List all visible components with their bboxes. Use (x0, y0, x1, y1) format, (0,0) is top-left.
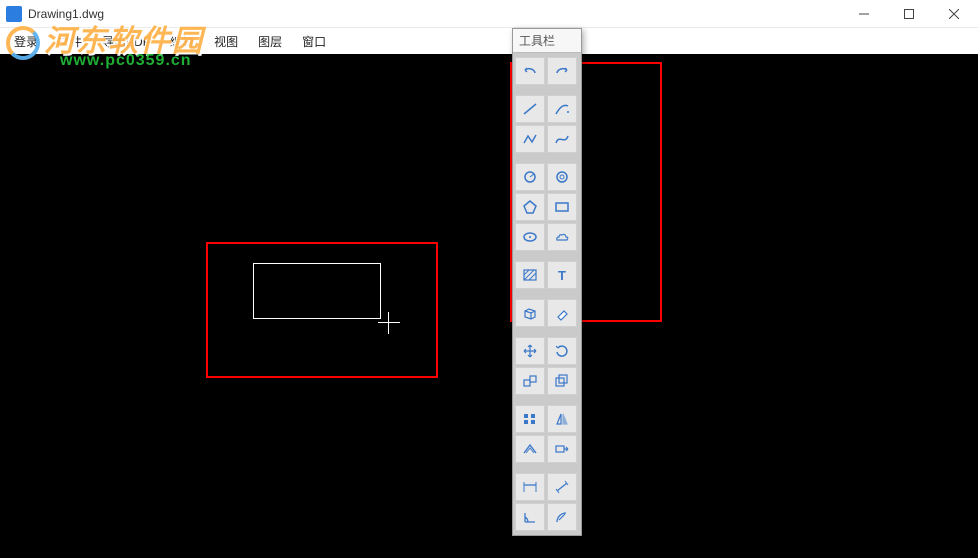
menu-edit[interactable]: 编辑 (162, 31, 202, 52)
polyline-icon (521, 131, 539, 147)
dim-aligned-icon (553, 479, 571, 495)
polygon-icon (521, 199, 539, 215)
close-button[interactable] (931, 0, 976, 28)
window-controls (841, 0, 976, 28)
box3d-icon (521, 305, 539, 321)
toolbar-window[interactable]: 工具栏 (512, 28, 582, 536)
menu-view[interactable]: 视图 (206, 31, 246, 52)
redo-icon (553, 63, 571, 79)
title-bar: Drawing1.dwg (0, 0, 978, 28)
scale-icon (521, 373, 539, 389)
crosshair-cursor (378, 312, 400, 334)
close-icon (949, 9, 959, 19)
menu-exportpdf[interactable]: 导出PDF (94, 31, 158, 52)
toolbar-grid: T (513, 53, 581, 535)
ellipse-button[interactable] (515, 223, 545, 251)
minimize-icon (859, 9, 869, 19)
offset-button[interactable] (515, 435, 545, 463)
line-icon (521, 101, 539, 117)
rotate-icon (553, 343, 571, 359)
undo-button[interactable] (515, 57, 545, 85)
drawing-canvas[interactable] (0, 54, 978, 558)
line-button[interactable] (515, 95, 545, 123)
polyline-button[interactable] (515, 125, 545, 153)
scale-button[interactable] (515, 367, 545, 395)
move-icon (521, 343, 539, 359)
rectangle-icon (553, 199, 571, 215)
menu-window[interactable]: 窗口 (294, 31, 334, 52)
circle-icon (521, 169, 539, 185)
circle-button[interactable] (515, 163, 545, 191)
maximize-icon (904, 9, 914, 19)
stretch-button[interactable] (547, 435, 577, 463)
dim-linear-button[interactable] (515, 473, 545, 501)
dim-angular-button[interactable] (515, 503, 545, 531)
array-icon (521, 411, 539, 427)
cloud-button[interactable] (547, 223, 577, 251)
app-icon (6, 6, 22, 22)
spline-button[interactable] (547, 125, 577, 153)
menu-bar: 登录 文件 导出PDF 编辑 视图 图层 窗口 (0, 28, 978, 54)
spline-icon (553, 131, 571, 147)
donut-icon (553, 169, 571, 185)
donut-button[interactable] (547, 163, 577, 191)
mirror-button[interactable] (547, 405, 577, 433)
undo-icon (521, 63, 539, 79)
maximize-button[interactable] (886, 0, 931, 28)
toolbar-title[interactable]: 工具栏 (513, 29, 581, 53)
menu-login[interactable]: 登录 (6, 31, 46, 52)
copy-button[interactable] (547, 367, 577, 395)
rotate-button[interactable] (547, 337, 577, 365)
rectangle-button[interactable] (547, 193, 577, 221)
dim-linear-icon (521, 479, 539, 495)
minimize-button[interactable] (841, 0, 886, 28)
menu-layer[interactable]: 图层 (250, 31, 290, 52)
arc-button[interactable] (547, 95, 577, 123)
polygon-button[interactable] (515, 193, 545, 221)
drawn-rectangle (253, 263, 381, 319)
svg-text:T: T (558, 268, 566, 283)
array-button[interactable] (515, 405, 545, 433)
text-button[interactable]: T (547, 261, 577, 289)
dim-aligned-button[interactable] (547, 473, 577, 501)
hatch-button[interactable] (515, 261, 545, 289)
dim-radius-icon (553, 509, 571, 525)
window-title: Drawing1.dwg (28, 7, 841, 21)
text-icon: T (553, 267, 571, 283)
move-button[interactable] (515, 337, 545, 365)
menu-file[interactable]: 文件 (50, 31, 90, 52)
mirror-icon (553, 411, 571, 427)
ellipse-icon (521, 229, 539, 245)
dim-angular-icon (521, 509, 539, 525)
redo-button[interactable] (547, 57, 577, 85)
copy-icon (553, 373, 571, 389)
cloud-icon (553, 229, 571, 245)
hatch-icon (521, 267, 539, 283)
eraser-button[interactable] (547, 299, 577, 327)
dim-radius-button[interactable] (547, 503, 577, 531)
arc-icon (553, 101, 571, 117)
offset-icon (521, 441, 539, 457)
stretch-icon (553, 441, 571, 457)
box3d-button[interactable] (515, 299, 545, 327)
eraser-icon (553, 305, 571, 321)
